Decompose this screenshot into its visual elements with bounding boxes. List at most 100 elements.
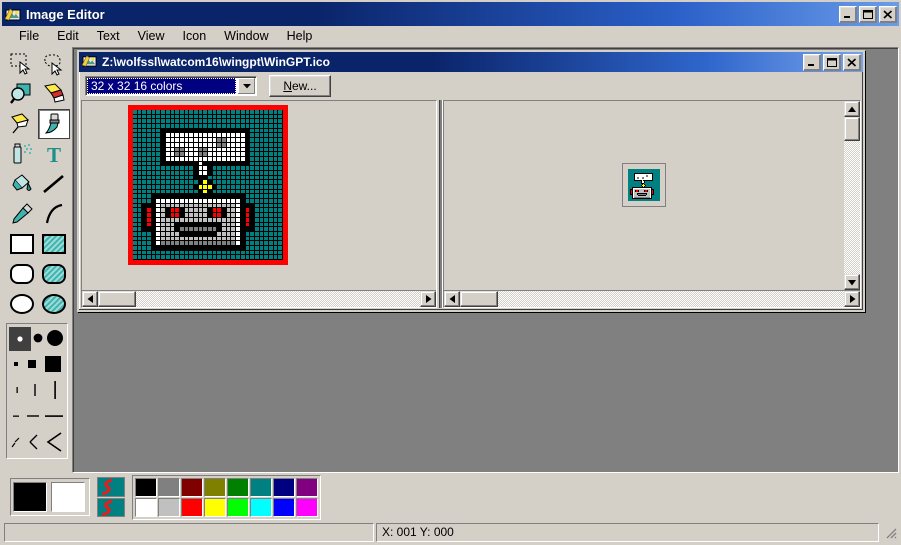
right-pane-vscroll-track[interactable] [844, 117, 860, 274]
scroll-right-icon[interactable] [420, 291, 436, 307]
menubar: File Edit Text View Icon Window Help [2, 26, 899, 47]
palette-color-7[interactable] [296, 477, 318, 497]
ellipse-tool[interactable] [6, 289, 38, 319]
filled-rounded-rectangle-tool[interactable] [38, 259, 70, 289]
icon-preview-canvas[interactable] [628, 169, 660, 201]
menu-item-window[interactable]: Window [215, 27, 277, 45]
edit-canvas-area[interactable] [82, 101, 436, 290]
app-title: Image Editor [26, 6, 105, 22]
scroll-up-icon[interactable] [844, 101, 860, 117]
brush-vline-medium[interactable] [29, 382, 41, 401]
palette-color-14[interactable] [273, 497, 295, 517]
menu-item-help[interactable]: Help [278, 27, 322, 45]
palette-color-13[interactable] [250, 497, 272, 517]
eraser-tool[interactable] [38, 79, 70, 109]
foreground-color-swatch[interactable] [13, 482, 47, 512]
magnifier-tool[interactable] [6, 79, 38, 109]
scroll-left-icon[interactable] [82, 291, 98, 307]
minimize-button[interactable] [839, 5, 857, 23]
paint-bucket-tool[interactable] [6, 169, 38, 199]
brush-dot-small[interactable] [9, 327, 31, 351]
menu-item-text[interactable]: Text [88, 27, 129, 45]
child-maximize-button[interactable] [823, 53, 841, 71]
brush-hline-large[interactable] [44, 409, 64, 426]
palette-color-9[interactable] [158, 497, 180, 517]
gradient-swatch-2[interactable] [97, 497, 125, 517]
brush-diagonal-medium[interactable] [25, 433, 41, 454]
scroll-down-icon[interactable] [844, 274, 860, 290]
gradient-swatch-1[interactable] [97, 477, 125, 497]
maximize-button[interactable] [859, 5, 877, 23]
right-pane-hscroll-track[interactable] [460, 291, 844, 307]
palette-color-15[interactable] [296, 497, 318, 517]
icon-preview[interactable] [622, 163, 666, 207]
palette-color-2[interactable] [181, 477, 203, 497]
left-pane-hscrollbar[interactable] [82, 290, 436, 307]
palette-color-12[interactable] [227, 497, 249, 517]
right-pane-vscroll-thumb[interactable] [844, 117, 860, 141]
paintbrush-tool[interactable] [38, 109, 70, 139]
preview-canvas-area[interactable] [444, 101, 844, 290]
brush-diagonal-large[interactable] [44, 431, 64, 456]
line-tool[interactable] [38, 169, 70, 199]
brush-circle-large[interactable] [45, 328, 65, 351]
scroll-right-icon-right-pane[interactable] [844, 291, 860, 307]
palette-color-1[interactable] [158, 477, 180, 497]
icon-edit-grid[interactable] [128, 105, 288, 265]
filled-rectangle-tool[interactable] [38, 229, 70, 259]
left-pane-hscroll-track[interactable] [98, 291, 420, 307]
palette-color-6[interactable] [273, 477, 295, 497]
chevron-down-icon[interactable] [238, 78, 255, 94]
brush-square-small[interactable] [11, 358, 21, 372]
icon-edit-grid-inner[interactable] [133, 110, 283, 260]
menu-item-edit[interactable]: Edit [48, 27, 88, 45]
palette-color-8[interactable] [135, 497, 157, 517]
brush-square-large[interactable] [43, 354, 63, 377]
brush-circle-medium[interactable] [31, 331, 45, 348]
right-pane-hscroll-thumb[interactable] [460, 291, 498, 307]
brush-vline-large[interactable] [48, 380, 62, 403]
foreground-background-swatches [10, 478, 90, 516]
spraycan-tool[interactable] [6, 139, 38, 169]
marker-tool[interactable] [6, 109, 38, 139]
left-pane-hscroll-thumb[interactable] [98, 291, 136, 307]
menu-item-icon[interactable]: Icon [174, 27, 216, 45]
menu-item-file[interactable]: File [10, 27, 48, 45]
rectangle-tool[interactable] [6, 229, 38, 259]
close-button[interactable] [879, 5, 897, 23]
rounded-rectangle-tool[interactable] [6, 259, 38, 289]
gradient-swatches [97, 477, 125, 517]
background-color-swatch[interactable] [51, 482, 85, 512]
child-minimize-button[interactable] [803, 53, 821, 71]
right-pane-vscrollbar[interactable] [844, 101, 860, 290]
palette-color-5[interactable] [250, 477, 272, 497]
palette-color-0[interactable] [135, 477, 157, 497]
scroll-left-icon-right-pane[interactable] [444, 291, 460, 307]
palette-color-10[interactable] [181, 497, 203, 517]
icon-pixel-canvas[interactable] [133, 110, 283, 260]
brush-hline-medium[interactable] [25, 410, 41, 425]
curve-tool[interactable] [38, 199, 70, 229]
image-editor-window: Image Editor File Edit Text View Icon Wi… [0, 0, 901, 545]
brush-hline-small[interactable] [10, 410, 22, 424]
palette-color-11[interactable] [204, 497, 226, 517]
filled-ellipse-tool[interactable] [38, 289, 70, 319]
brush-square-medium[interactable] [25, 357, 39, 374]
resize-grip[interactable] [883, 525, 897, 539]
format-combobox[interactable]: 32 x 32 16 colors [85, 76, 257, 96]
child-close-button[interactable] [843, 53, 861, 71]
palette-color-4[interactable] [227, 477, 249, 497]
palette-color-3[interactable] [204, 477, 226, 497]
menu-item-view[interactable]: View [129, 27, 174, 45]
pane-splitter[interactable] [437, 100, 443, 308]
rectangle-select-tool[interactable] [6, 49, 38, 79]
brush-vline-small[interactable] [12, 384, 22, 399]
brush-diagonal-small[interactable] [10, 435, 22, 452]
eyedropper-tool[interactable] [6, 199, 38, 229]
new-button-label: ew... [291, 79, 317, 93]
brush-row-vlines [9, 378, 65, 404]
freeform-select-tool[interactable] [38, 49, 70, 79]
text-tool[interactable]: T [38, 139, 70, 169]
right-pane-hscrollbar[interactable] [444, 290, 860, 307]
new-button[interactable]: New... [269, 75, 331, 97]
